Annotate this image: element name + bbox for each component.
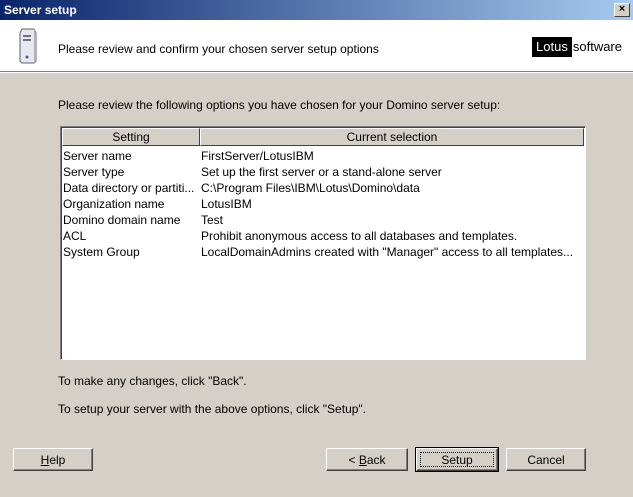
close-button[interactable]: × xyxy=(614,3,630,17)
window-title: Server setup xyxy=(4,3,77,17)
table-row[interactable]: Domino domain name Test xyxy=(63,212,583,228)
table-row[interactable]: Server name FirstServer/LotusIBM xyxy=(63,148,583,164)
cell-setting: Server name xyxy=(63,149,132,163)
cell-setting: System Group xyxy=(63,245,140,259)
cell-setting: Organization name xyxy=(63,197,165,211)
back-arrow: < xyxy=(348,453,359,467)
cell-setting: Server type xyxy=(63,165,125,179)
instruction-text: Please review the following options you … xyxy=(58,98,501,112)
table-row[interactable]: Server type Set up the first server or a… xyxy=(63,164,583,180)
cell-setting: Data directory or partiti... xyxy=(63,181,195,195)
table-rows: Server name FirstServer/LotusIBM Server … xyxy=(63,148,583,260)
settings-listview[interactable]: Setting Current selection Server name Fi… xyxy=(60,126,586,360)
cell-current-selection: Test xyxy=(201,213,224,227)
back-note: To make any changes, click "Back". xyxy=(58,374,247,388)
cell-current-selection: C:\Program Files\IBM\Lotus\Domino\data xyxy=(201,181,420,195)
header-panel: Please review and confirm your chosen se… xyxy=(0,20,633,73)
table-row[interactable]: ACL Prohibit anonymous access to all dat… xyxy=(63,228,583,244)
server-icon xyxy=(19,28,37,64)
cell-current-selection: Set up the first server or a stand-alone… xyxy=(201,165,442,179)
cell-setting: ACL xyxy=(63,229,87,243)
cell-current-selection: LocalDomainAdmins created with "Manager"… xyxy=(201,245,574,259)
header-text: Please review and confirm your chosen se… xyxy=(58,42,379,56)
table-row[interactable]: System Group LocalDomainAdmins created w… xyxy=(63,244,583,260)
help-button[interactable]: Help xyxy=(13,448,93,471)
cell-current-selection: LotusIBM xyxy=(201,197,252,211)
cancel-button[interactable]: Cancel xyxy=(506,448,586,471)
column-header-current-selection[interactable]: Current selection xyxy=(200,128,584,146)
lotus-software-logo: Lotus software xyxy=(532,37,623,59)
cell-current-selection: FirstServer/LotusIBM xyxy=(201,149,314,163)
cell-setting: Domino domain name xyxy=(63,213,181,227)
setup-label: Setup xyxy=(420,452,494,467)
title-bar: Server setup × xyxy=(0,0,633,20)
table-row[interactable]: Data directory or partiti... C:\Program … xyxy=(63,180,583,196)
column-headers: Setting Current selection xyxy=(62,128,584,146)
back-button[interactable]: < Back xyxy=(326,448,408,471)
logo-lotus: Lotus xyxy=(532,37,572,57)
column-header-setting[interactable]: Setting xyxy=(62,128,200,146)
table-row[interactable]: Organization name LotusIBM xyxy=(63,196,583,212)
logo-software: software xyxy=(572,39,622,54)
setup-button[interactable]: Setup xyxy=(415,447,499,472)
cell-current-selection: Prohibit anonymous access to all databas… xyxy=(201,229,518,243)
back-label-rest: ack xyxy=(366,453,386,467)
help-label-rest: elp xyxy=(49,453,66,467)
back-mnemonic: B xyxy=(358,453,367,467)
setup-note: To setup your server with the above opti… xyxy=(58,402,367,416)
